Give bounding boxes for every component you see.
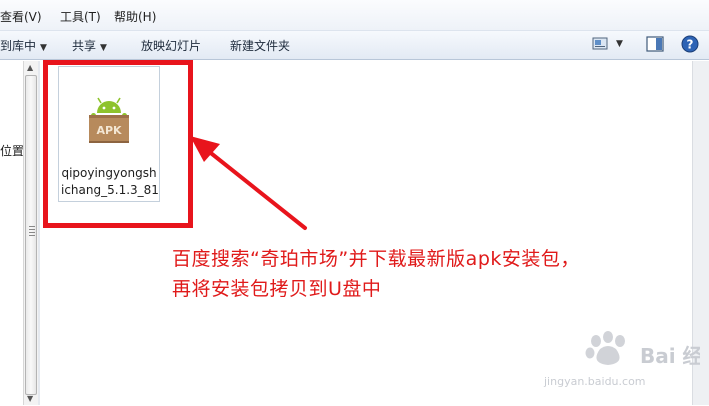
annotation-text: 百度搜索“奇珀市场”并下载最新版apk安装包， 再将安装包拷贝到U盘中 [172,244,580,304]
change-view-icon[interactable] [592,37,608,51]
slideshow-button[interactable]: 放映幻灯片 [141,37,201,54]
menu-tools[interactable]: 工具(T) [60,8,101,25]
help-icon[interactable]: ? [681,35,699,53]
command-bar: 到库中 ▼ 共享 ▼ 放映幻灯片 新建文件夹 ▼ ? [0,31,709,60]
menu-view[interactable]: 查看(V) [0,8,42,25]
chevron-down-icon: ▼ [40,43,47,53]
watermark-url: jingyan.baidu.com [543,375,646,388]
new-folder-button[interactable]: 新建文件夹 [230,37,290,54]
grip-icon [29,226,35,238]
annotation-line2: 再将安装包拷贝到U盘中 [172,278,382,300]
pane-splitter[interactable] [38,61,40,405]
include-in-library-button[interactable]: 到库中 ▼ [0,37,47,54]
preview-pane-icon[interactable] [646,36,664,52]
scroll-down-icon[interactable]: ▼ [27,394,33,403]
nav-item-label[interactable]: 位置 [0,142,24,159]
scroll-up-icon[interactable]: ▲ [27,63,33,72]
scrollbar-thumb[interactable] [25,75,37,395]
share-button[interactable]: 共享 ▼ [72,37,107,54]
svg-text:?: ? [687,38,694,52]
baidu-watermark: Bai 经验 jingyan.baidu.com [540,323,709,403]
view-options-chevron-icon[interactable]: ▼ [616,39,623,49]
include-in-library-label: 到库中 [0,39,37,53]
annotation-arrow [190,136,307,230]
menu-help[interactable]: 帮助(H) [114,8,156,25]
watermark-brand: Bai 经验 [640,344,700,368]
annotation-line1: 百度搜索“奇珀市场”并下载最新版apk安装包， [172,248,580,270]
menu-bar: 查看(V) 工具(T) 帮助(H) [0,0,709,31]
highlight-box [43,60,193,228]
navigation-pane-scrollbar[interactable]: ▲ ▼ [23,61,39,405]
chevron-down-icon: ▼ [100,43,107,53]
share-label: 共享 [72,39,97,53]
